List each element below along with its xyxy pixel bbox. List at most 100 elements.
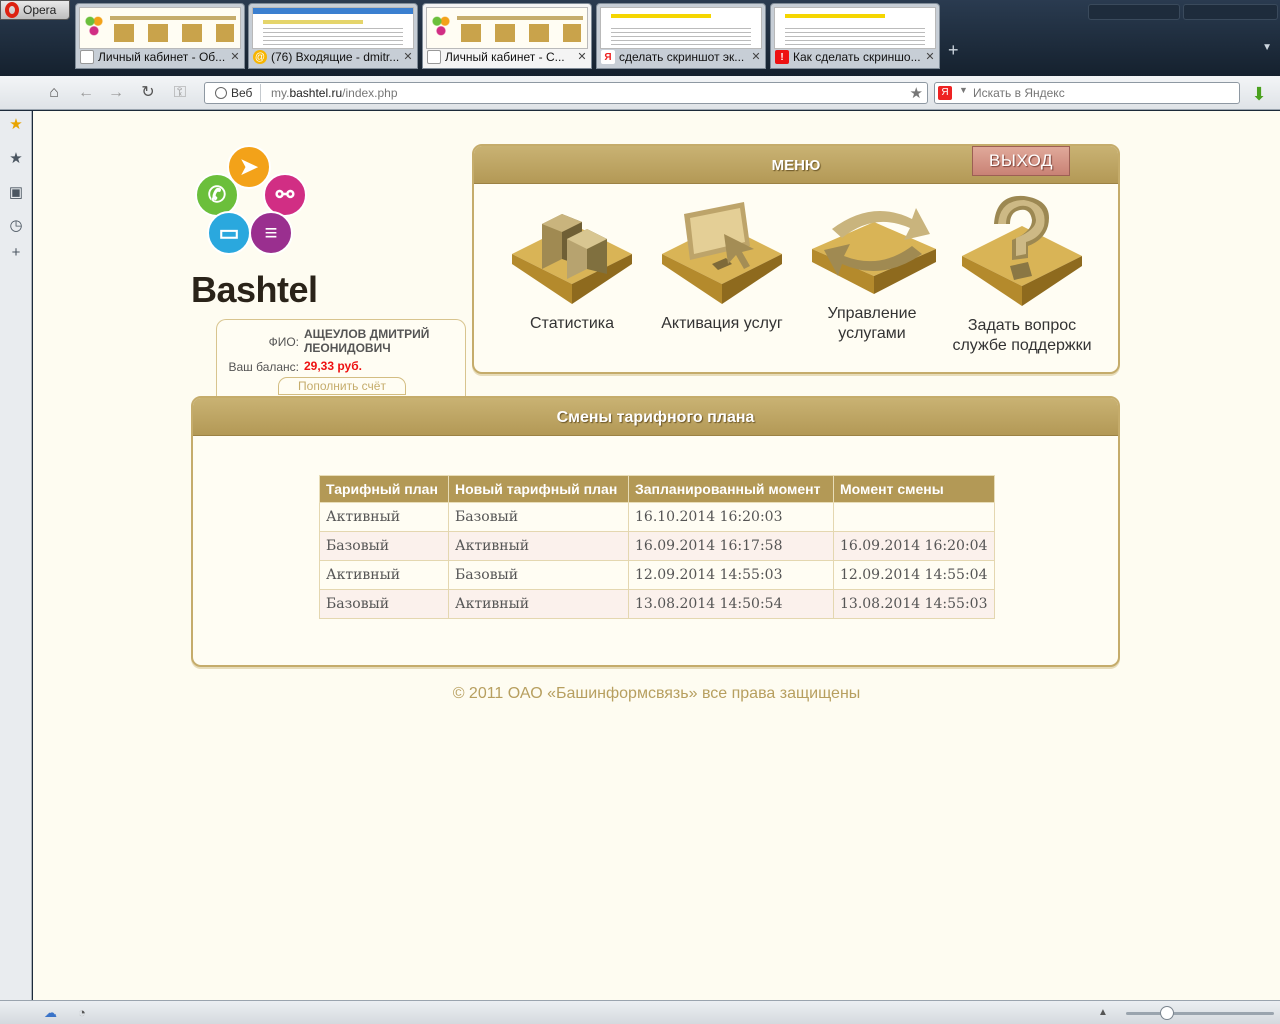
- yandex-engine-icon[interactable]: Я: [938, 86, 952, 100]
- tab-close-icon[interactable]: ✕: [577, 52, 587, 63]
- address-bar[interactable]: Веб my.bashtel.ru/index.php ★: [204, 82, 928, 104]
- balance-value: 29,33 руб.: [304, 359, 362, 373]
- tab-close-icon[interactable]: ✕: [751, 52, 761, 63]
- menu-item-activation[interactable]: Активация услуг: [647, 194, 797, 364]
- topup-button[interactable]: Пополнить счёт: [278, 377, 406, 395]
- cell-tariff: Базовый: [319, 531, 449, 561]
- reload-icon[interactable]: ↻: [138, 83, 158, 103]
- table-row: Базовый Активный 13.08.2014 14:50:54 13.…: [319, 589, 995, 619]
- tab-thumbnail: [252, 7, 414, 49]
- window-minimize-button[interactable]: [1088, 4, 1180, 20]
- yandex-favicon-icon: Я: [601, 50, 615, 64]
- url-prefix: my.: [271, 86, 290, 100]
- notes-icon[interactable]: ▣: [8, 185, 24, 201]
- download-arrow-icon[interactable]: ⬇: [1249, 84, 1269, 104]
- cell-changed: [833, 502, 995, 532]
- browser-tab-active[interactable]: Личный кабинет - С... ✕: [422, 3, 592, 69]
- zoom-slider-handle[interactable]: [1160, 1006, 1174, 1020]
- logo-text: Bashtel: [191, 269, 318, 310]
- tab-close-icon[interactable]: ✕: [230, 52, 240, 63]
- menu-item-services[interactable]: Управление услугами: [797, 194, 947, 364]
- user-info-box: ФИО: АЩЕУЛОВ ДМИТРИЙ ЛЕОНИДОВИЧ Ваш бала…: [216, 319, 466, 397]
- table-row: Активный Базовый 12.09.2014 14:55:03 12.…: [319, 560, 995, 590]
- bookmark-star-icon[interactable]: ★: [910, 84, 923, 102]
- tariff-table: Тарифный план Новый тарифный план Заплан…: [319, 475, 995, 619]
- speed-dial-star-icon[interactable]: ★: [8, 117, 24, 133]
- turbo-gauge-icon[interactable]: ◔: [78, 1005, 86, 1020]
- browser-tab[interactable]: @ (76) Входящие - dmitr... ✕: [248, 3, 418, 69]
- mail-favicon-icon: @: [253, 50, 267, 64]
- navigation-bar: ⌂ ← → ↻ ⚿ Веб my.bashtel.ru/index.php ★ …: [0, 76, 1280, 110]
- search-engine-chevron-icon[interactable]: ▼: [959, 85, 968, 95]
- side-panel: ★ ★ ▣ ◷ +: [0, 111, 32, 1000]
- home-icon[interactable]: ⌂: [44, 83, 64, 103]
- tab-close-icon[interactable]: ✕: [403, 52, 413, 63]
- opera-menu-button[interactable]: Opera: [0, 0, 70, 20]
- tab-close-icon[interactable]: ✕: [925, 52, 935, 63]
- col-header-new-tariff: Новый тарифный план: [448, 475, 629, 503]
- tab-label: (76) Входящие - dmitr...: [271, 50, 399, 64]
- tab-thumbnail: [79, 7, 241, 49]
- red-favicon-icon: !: [775, 50, 789, 64]
- table-row: Базовый Активный 16.09.2014 16:17:58 16.…: [319, 531, 995, 561]
- cell-scheduled: 13.08.2014 14:50:54: [628, 589, 834, 619]
- key-icon[interactable]: ⚿: [170, 83, 190, 103]
- new-tab-plus-icon[interactable]: +: [948, 40, 959, 61]
- database-bubble-icon: ≡: [249, 211, 293, 255]
- tariff-title: Смены тарифного плана: [556, 409, 755, 426]
- cell-new-tariff: Базовый: [448, 560, 629, 590]
- search-box[interactable]: Я ▼: [934, 82, 1240, 104]
- col-header-changed: Момент смены: [833, 475, 995, 503]
- page-favicon-icon: [427, 50, 441, 64]
- browser-tab[interactable]: Ясделать скриншот эк... ✕: [596, 3, 766, 69]
- table-row: Активный Базовый 16.10.2014 16:20:03: [319, 502, 995, 532]
- monitor-cursor-icon: [662, 202, 782, 304]
- menu-item-statistics[interactable]: Статистика: [497, 194, 647, 364]
- browser-titlebar: Opera Личный кабинет - Об... ✕ @ (76) Вхо…: [0, 0, 1280, 76]
- cell-new-tariff: Активный: [448, 531, 629, 561]
- tab-thumbnail: [426, 7, 588, 49]
- menu-item-support[interactable]: Задать вопрос службе поддержки: [947, 194, 1097, 364]
- menu-item-label: Статистика: [529, 315, 615, 332]
- browser-tab[interactable]: Личный кабинет - Об... ✕: [75, 3, 245, 69]
- tab-thumbnail: [774, 7, 936, 49]
- page-favicon-icon: [80, 50, 94, 64]
- page-footer: © 2011 ОАО «Башинформсвязь» все права за…: [452, 685, 861, 702]
- tab-label: Личный кабинет - Об...: [98, 50, 226, 64]
- bookmarks-star-icon[interactable]: ★: [8, 151, 24, 167]
- cell-scheduled: 16.09.2014 16:17:58: [628, 531, 834, 561]
- back-arrow-icon[interactable]: ←: [76, 83, 96, 103]
- history-clock-icon[interactable]: ◷: [8, 218, 24, 234]
- add-panel-plus-icon[interactable]: +: [8, 245, 24, 261]
- cell-scheduled: 16.10.2014 16:20:03: [628, 502, 834, 532]
- site-info-chip[interactable]: Веб: [207, 84, 261, 102]
- tab-menu-chevron-icon[interactable]: ▼: [1262, 42, 1272, 53]
- panel-toggle-chevron-icon[interactable]: ▲: [1098, 1007, 1108, 1018]
- cell-new-tariff: Активный: [448, 589, 629, 619]
- address-url[interactable]: my.bashtel.ru/index.php: [271, 86, 398, 100]
- opera-menu-label: Opera: [23, 3, 57, 17]
- site-info-label: Веб: [231, 86, 253, 100]
- search-input[interactable]: [973, 85, 1233, 101]
- cell-scheduled: 12.09.2014 14:55:03: [628, 560, 834, 590]
- tv-bubble-icon: ▭: [207, 211, 251, 255]
- balance-label: Ваш баланс:: [228, 360, 299, 374]
- cloud-sync-icon[interactable]: ☁: [44, 1005, 57, 1021]
- window-close-button[interactable]: [1183, 4, 1278, 20]
- menu-panel: МЕНЮ ВЫХОД Статистика Активация услуг Уп…: [472, 144, 1120, 374]
- forward-arrow-icon[interactable]: →: [106, 83, 126, 103]
- bar-chart-cubes-icon: [512, 214, 632, 304]
- menu-item-label: Управление услугами: [827, 305, 917, 342]
- zoom-slider-track[interactable]: [1126, 1012, 1274, 1015]
- menu-item-label: Активация услуг: [661, 315, 783, 332]
- cell-tariff: Активный: [319, 560, 449, 590]
- fio-value: АЩЕУЛОВ ДМИТРИЙ ЛЕОНИДОВИЧ: [304, 327, 430, 355]
- logout-button[interactable]: ВЫХОД: [972, 146, 1070, 176]
- opera-logo-icon: [5, 2, 19, 18]
- menu-item-label: Задать вопрос службе поддержки: [952, 317, 1092, 354]
- col-header-tariff: Тарифный план: [319, 475, 449, 503]
- bashtel-logo[interactable]: ➤ ✆ ⚯ ▭ ≡ Bashtel: [191, 145, 331, 310]
- exchange-arrows-icon: [812, 208, 936, 294]
- cell-changed: 12.09.2014 14:55:04: [833, 560, 995, 590]
- browser-tab[interactable]: ! Как сделать скриншо... ✕: [770, 3, 940, 69]
